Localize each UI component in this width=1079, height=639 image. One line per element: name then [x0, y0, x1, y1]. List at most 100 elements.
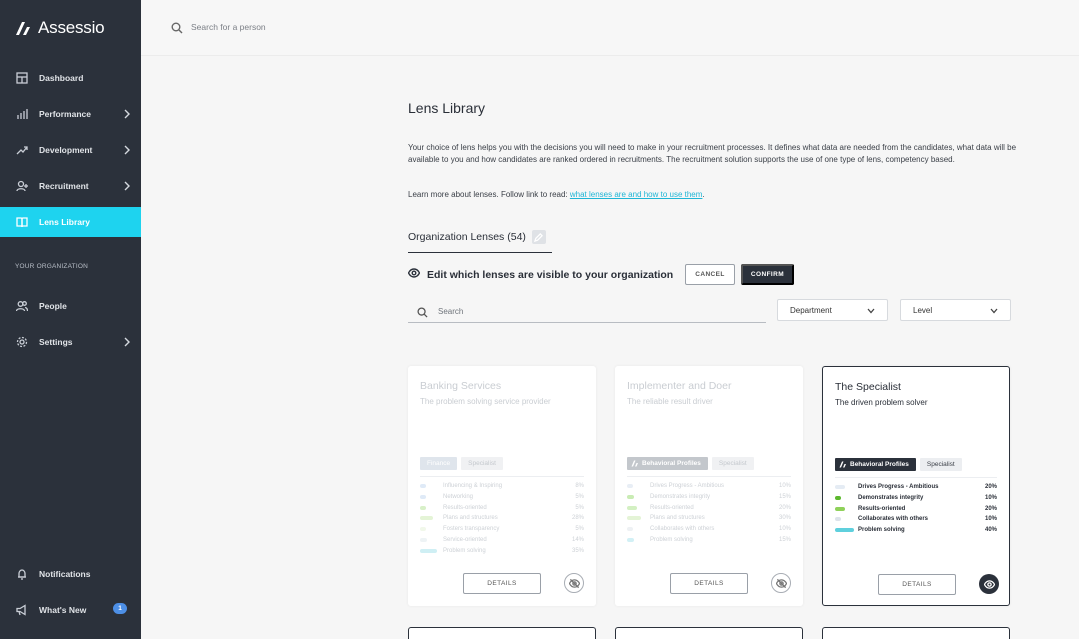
competency-bar [627, 505, 637, 510]
learn-more-prefix: Learn more about lenses. Follow link to … [408, 190, 570, 199]
competency-name: Problem solving [858, 527, 905, 534]
department-dropdown[interactable]: Department [777, 299, 888, 321]
assessio-logo[interactable]: Assessio [14, 18, 105, 38]
competency-row: Collaborates with others 10% [835, 514, 997, 524]
competency-row: Influencing & Inspiring 8% [420, 481, 584, 491]
sidebar-item-label: People [39, 301, 67, 311]
sidebar-item-lens-library[interactable]: Lens Library [0, 207, 141, 237]
visibility-edit-text: Edit which lenses are visible to your or… [427, 269, 674, 281]
learn-more-link[interactable]: what lenses are and how to use them [570, 190, 703, 199]
edit-pencil-icon[interactable] [531, 230, 546, 244]
competency-name: Problem solving [443, 547, 486, 554]
competency-percentage: 28% [571, 515, 584, 522]
chevron-down-icon [867, 307, 875, 316]
competency-percentage: 20% [778, 504, 791, 511]
lens-card-subtitle: The driven problem solver [835, 398, 928, 407]
competency-row: Fosters transparency 5% [420, 524, 584, 534]
sidebar-item-people[interactable]: People [0, 291, 141, 321]
level-dropdown[interactable]: Level [900, 299, 1011, 321]
competency-bar [627, 494, 634, 499]
sidebar: Assessio Dashboard Performance Developme… [0, 0, 141, 639]
competency-bar-track [627, 505, 650, 510]
competency-bar-track [835, 506, 858, 511]
chevron-down-icon [990, 307, 998, 316]
competency-bar [420, 527, 426, 532]
sidebar-item-development[interactable]: Development [0, 135, 141, 165]
competency-bar [420, 484, 426, 488]
sidebar-item-dashboard[interactable]: Dashboard [0, 63, 141, 93]
competency-bar [835, 506, 845, 511]
tab-label: Organization Lenses (54) [408, 231, 526, 243]
lens-card-next-row[interactable] [408, 627, 596, 639]
department-tag: Behavioral Profiles [627, 457, 708, 470]
lens-search-input[interactable] [438, 303, 738, 319]
chevron-right-icon [123, 109, 131, 119]
lens-card-the-specialist[interactable]: The Specialist The driven problem solver… [822, 366, 1010, 606]
competency-bar-track [420, 484, 443, 488]
logo-mark-icon [839, 461, 846, 468]
lens-card-next-row[interactable] [615, 627, 803, 639]
competency-bar-track [420, 505, 443, 510]
cancel-button[interactable]: CANCEL [685, 264, 735, 285]
top-bar [141, 0, 1079, 56]
sidebar-item-notifications[interactable]: Notifications [0, 559, 141, 589]
details-button[interactable]: DETAILS [670, 573, 748, 594]
lens-card-implementer-and-doer[interactable]: Implementer and Doer The reliable result… [615, 366, 803, 606]
details-button[interactable]: DETAILS [878, 574, 956, 595]
person-search-input[interactable] [191, 18, 491, 36]
competency-percentage: 15% [778, 493, 791, 500]
divider [420, 476, 584, 477]
competency-bar-track [420, 548, 443, 553]
bell-icon [15, 568, 28, 581]
lens-card-title: Banking Services [420, 380, 502, 392]
level-dropdown-label: Level [913, 305, 933, 315]
competency-row: Demonstrates integrity 10% [835, 493, 997, 503]
sidebar-item-settings[interactable]: Settings [0, 327, 141, 357]
competency-bar-track [627, 527, 650, 532]
lens-card-next-row[interactable] [822, 627, 1010, 639]
lens-card-title: The Specialist [835, 381, 901, 393]
competency-name: Plans and structures [650, 515, 705, 522]
divider [835, 477, 997, 478]
competency-bar [627, 484, 633, 488]
visibility-toggle-hidden[interactable] [564, 573, 584, 593]
competency-bar [627, 527, 633, 532]
competency-name: Influencing & Inspiring [443, 483, 503, 489]
competency-bar [835, 528, 854, 533]
sidebar-item-recruitment[interactable]: Recruitment [0, 171, 141, 201]
visibility-toggle-visible[interactable] [979, 574, 999, 594]
competency-row: Problem solving 35% [420, 546, 584, 556]
sidebar-item-label: Lens Library [39, 217, 91, 227]
chevron-right-icon [123, 145, 131, 155]
competency-bar-track [627, 494, 650, 499]
competency-name: Drives Progress - Ambitious [650, 483, 725, 489]
competency-name: Results-oriented [650, 504, 694, 511]
visibility-toggle-hidden[interactable] [771, 573, 791, 593]
lens-card-tags: Behavioral Profiles Specialist [835, 458, 962, 471]
lens-card-tags: Behavioral Profiles Specialist [627, 457, 754, 470]
eye-off-icon [775, 578, 787, 588]
sidebar-item-performance[interactable]: Performance [0, 99, 141, 129]
details-button[interactable]: DETAILS [463, 573, 541, 594]
section-label-organization: YOUR ORGANIZATION [15, 263, 88, 270]
sidebar-item-label: Performance [39, 109, 91, 119]
competency-name: Fosters transparency [443, 526, 500, 533]
competency-name: Results-oriented [443, 504, 487, 511]
trend-up-icon [15, 144, 28, 157]
logo-mark-icon [631, 460, 638, 467]
competency-name: Networking [443, 493, 474, 500]
tab-organization-lenses[interactable]: Organization Lenses (54) [408, 230, 552, 253]
level-tag: Specialist [919, 458, 962, 471]
sidebar-item-whats-new[interactable]: What's New 1 [0, 595, 141, 625]
sidebar-item-label: What's New [39, 605, 87, 615]
competency-row: Drives Progress - Ambitious 10% [627, 481, 791, 491]
confirm-button[interactable]: CONFIRM [741, 264, 794, 285]
bar-chart-icon [15, 108, 28, 121]
competency-percentage: 10% [984, 516, 997, 523]
competency-percentage: 5% [575, 504, 584, 511]
competency-bar-track [627, 516, 650, 521]
lens-card-banking-services[interactable]: Banking Services The problem solving ser… [408, 366, 596, 606]
competency-percentage: 14% [571, 537, 584, 543]
eye-icon [407, 266, 421, 284]
competency-percentage: 5% [575, 493, 584, 500]
